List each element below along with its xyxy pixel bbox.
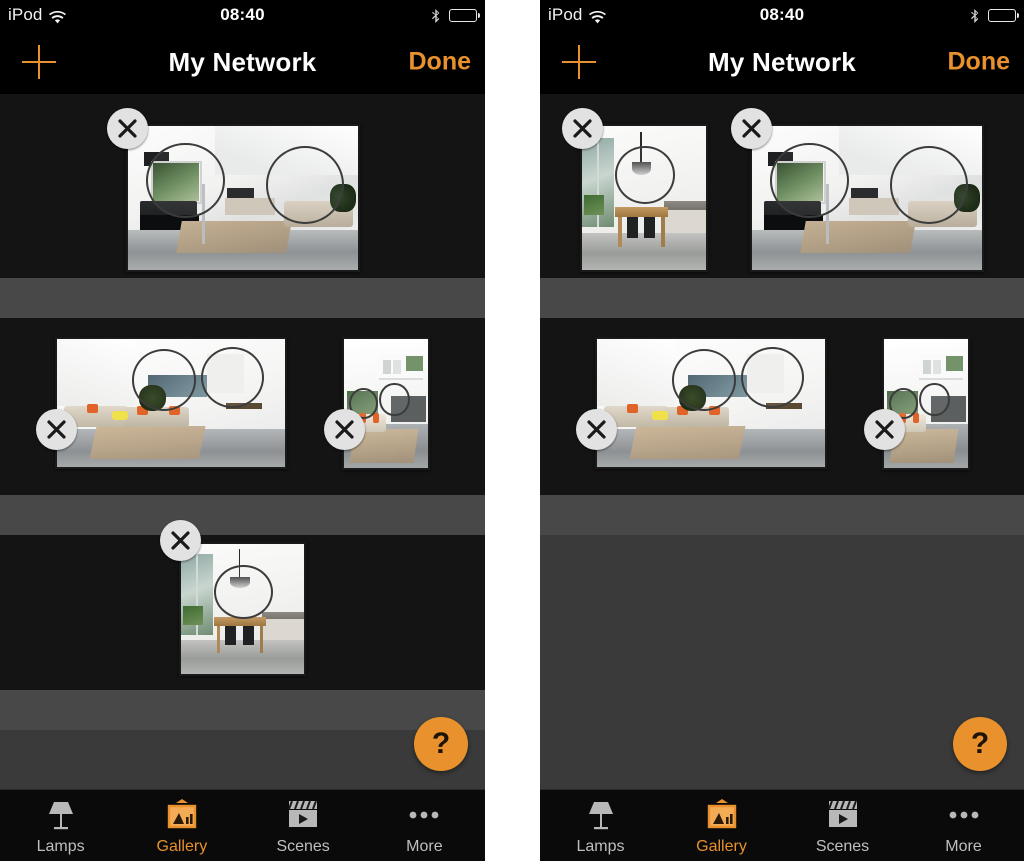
gallery-scroll-area[interactable]: ?	[540, 94, 1024, 789]
page-title: My Network	[168, 46, 317, 77]
gallery-thumbnail[interactable]	[750, 124, 984, 272]
help-button[interactable]: ?	[953, 717, 1007, 771]
close-icon	[742, 119, 761, 138]
tab-gallery[interactable]: Gallery	[661, 796, 782, 856]
add-button[interactable]	[562, 45, 596, 79]
status-bar-right	[970, 7, 1019, 23]
done-button[interactable]: Done	[948, 48, 1011, 77]
status-bar: iPod 08:40	[0, 0, 485, 30]
delete-thumbnail-button[interactable]	[36, 409, 77, 450]
picture-frame-icon	[165, 796, 199, 834]
phone-screen-left: iPod 08:40 My Network Done ? Lamps Galle…	[0, 0, 485, 861]
tab-lamps[interactable]: Lamps	[0, 796, 121, 856]
close-icon	[118, 119, 137, 138]
tab-scenes[interactable]: Scenes	[782, 796, 903, 856]
tab-gallery[interactable]: Gallery	[121, 796, 242, 856]
row-band	[0, 730, 485, 789]
gallery-scroll-area[interactable]: ?	[0, 94, 485, 789]
close-icon	[875, 420, 894, 439]
tab-label: Scenes	[276, 838, 330, 855]
row-band	[0, 278, 485, 318]
clock-label: 08:40	[220, 5, 265, 24]
clapperboard-icon	[286, 796, 320, 834]
ellipsis-icon	[947, 796, 981, 834]
tab-label: Lamps	[576, 838, 625, 855]
gallery-thumbnail[interactable]	[126, 124, 360, 272]
gallery-thumbnail[interactable]	[179, 542, 306, 676]
tab-more[interactable]: More	[903, 796, 1024, 856]
help-button[interactable]: ?	[414, 717, 468, 771]
clock-label: 08:40	[759, 5, 805, 24]
close-icon	[587, 420, 606, 439]
row-band	[540, 535, 1024, 789]
status-bar-right	[431, 7, 480, 23]
row-band	[0, 495, 485, 535]
dual-screenshot-comparison: iPod 08:40 My Network Done ? Lamps Galle…	[0, 0, 1024, 861]
gallery-thumbnail[interactable]	[55, 337, 287, 469]
picture-frame-icon	[705, 796, 739, 834]
gallery-thumbnail[interactable]	[882, 337, 970, 470]
phone-screen-right: iPod 08:40 My Network Done ? Lamps Galle…	[540, 0, 1024, 861]
tab-label: Lamps	[36, 838, 85, 855]
tab-scenes[interactable]: Scenes	[243, 796, 364, 856]
row-band	[0, 690, 485, 730]
gallery-thumbnail[interactable]	[595, 337, 827, 469]
tab-label: More	[406, 838, 443, 855]
gallery-thumbnail[interactable]	[580, 124, 708, 272]
tab-bar: Lamps Gallery Scenes More	[540, 789, 1024, 861]
navigation-bar: My Network Done	[540, 30, 1024, 94]
close-icon	[47, 420, 66, 439]
close-icon	[573, 119, 592, 138]
row-band	[540, 495, 1024, 535]
tab-bar: Lamps Gallery Scenes More	[0, 789, 485, 861]
panel-divider	[485, 0, 540, 861]
navigation-bar: My Network Done	[0, 30, 485, 94]
battery-icon	[988, 8, 1019, 22]
close-icon	[171, 531, 190, 550]
delete-thumbnail-button[interactable]	[562, 108, 603, 149]
clapperboard-icon	[826, 796, 860, 834]
tab-label: Gallery	[156, 838, 208, 855]
lamp-icon	[46, 796, 76, 834]
add-button[interactable]	[22, 45, 56, 79]
done-button[interactable]: Done	[409, 48, 472, 77]
tab-label: More	[945, 838, 982, 855]
delete-thumbnail-button[interactable]	[576, 409, 617, 450]
close-icon	[335, 420, 354, 439]
delete-thumbnail-button[interactable]	[107, 108, 148, 149]
lamp-icon	[586, 796, 616, 834]
delete-thumbnail-button[interactable]	[731, 108, 772, 149]
delete-thumbnail-button[interactable]	[324, 409, 365, 450]
tab-label: Scenes	[815, 838, 870, 855]
delete-thumbnail-button[interactable]	[160, 520, 201, 561]
status-bar: iPod 08:40	[540, 0, 1024, 30]
bluetooth-icon	[431, 7, 441, 23]
battery-icon	[449, 8, 480, 22]
gallery-thumbnail[interactable]	[342, 337, 430, 470]
delete-thumbnail-button[interactable]	[864, 409, 905, 450]
tab-lamps[interactable]: Lamps	[540, 796, 661, 856]
tab-more[interactable]: More	[364, 796, 485, 856]
tab-label: Gallery	[696, 838, 747, 855]
ellipsis-icon	[407, 796, 441, 834]
page-title: My Network	[708, 46, 856, 77]
bluetooth-icon	[970, 7, 980, 23]
row-band	[540, 278, 1024, 318]
